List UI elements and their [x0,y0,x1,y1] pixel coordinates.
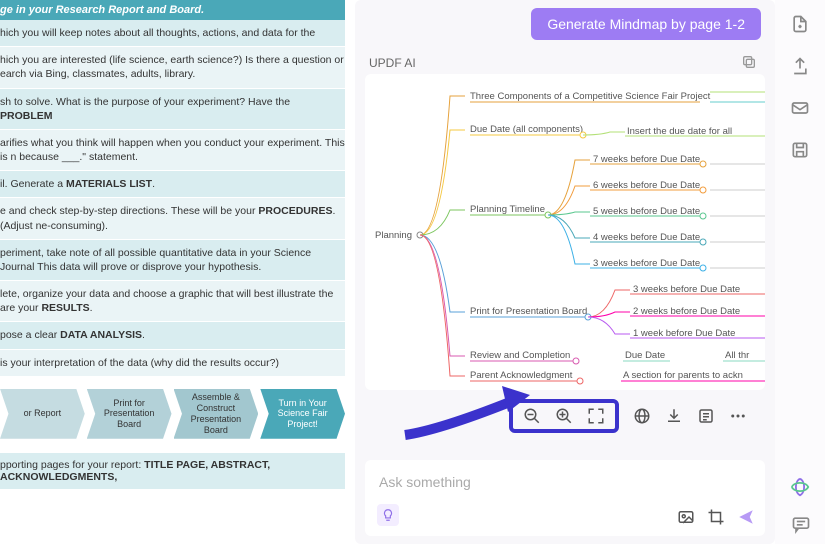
globe-icon[interactable] [633,407,651,425]
flow-step: Turn in Your Science Fair Project! [260,389,345,439]
generate-mindmap-button[interactable]: Generate Mindmap by page 1-2 [531,8,761,40]
svg-text:A section for parents to ackn: A section for parents to ackn [623,370,743,381]
svg-text:7 weeks before Due Date: 7 weeks before Due Date [593,154,700,165]
doc-row: hich you are interested (life science, e… [0,47,345,88]
download-icon[interactable] [665,407,683,425]
svg-text:5 weeks before Due Date: 5 weeks before Due Date [593,206,700,217]
image-icon[interactable] [677,508,695,526]
svg-text:Planning Timeline: Planning Timeline [470,204,545,215]
doc-footer: pporting pages for your report: TITLE PA… [0,453,345,489]
chat-input-box[interactable]: Ask something [365,460,765,536]
svg-text:1 week before Due Date: 1 week before Due Date [633,328,735,339]
svg-text:Three Components of a Competit: Three Components of a Competitive Scienc… [470,91,711,102]
mindmap-canvas[interactable]: Planning Three Components of a Competiti… [365,74,765,390]
more-icon[interactable] [729,407,747,425]
svg-text:6 weeks before Due Date: 6 weeks before Due Date [593,180,700,191]
doc-row: sh to solve. What is the purpose of your… [0,89,345,130]
panel-title: UPDF AI [369,56,416,70]
document-pane: ge in your Research Report and Board. hi… [0,0,345,544]
flow-step: or Report [0,389,85,439]
flow-steps: or Report Print for Presentation Board A… [0,389,345,439]
svg-text:Print for Presentation Board: Print for Presentation Board [470,306,587,317]
doc-row: e and check step-by-step directions. The… [0,198,345,239]
zoom-out-icon[interactable] [523,407,541,425]
doc-row: periment, take note of all possible quan… [0,240,345,281]
chat-actions [677,508,755,526]
svg-text:Due Date: Due Date [625,350,665,361]
zoom-in-icon[interactable] [555,407,573,425]
comment-icon[interactable] [791,514,811,534]
mindmap-toolbar [365,396,765,436]
svg-text:3 weeks before Due Date: 3 weeks before Due Date [633,284,740,295]
doc-row: il. Generate a MATERIALS LIST. [0,171,345,198]
copy-icon[interactable] [741,54,757,70]
app-logo [789,476,811,498]
zoom-group [509,399,619,433]
svg-text:All thr: All thr [725,350,749,361]
share-icon[interactable] [790,56,810,76]
svg-text:Insert the due date for all: Insert the due date for all [627,126,732,137]
file-plus-icon[interactable] [790,14,810,34]
doc-row: is your interpretation of the data (why … [0,350,345,377]
doc-row: hich you will keep notes about all thoug… [0,20,345,47]
save-icon[interactable] [790,140,810,160]
send-icon[interactable] [737,508,755,526]
doc-row: arifies what you think will happen when … [0,130,345,171]
chat-placeholder: Ask something [379,474,471,490]
svg-text:3 weeks before Due Date: 3 weeks before Due Date [593,258,700,269]
flow-step: Print for Presentation Board [87,389,172,439]
idea-icon[interactable] [377,504,399,526]
side-rail [775,0,825,544]
svg-text:Planning: Planning [375,230,412,241]
doc-row: pose a clear DATA ANALYSIS. [0,322,345,349]
list-icon[interactable] [697,407,715,425]
fit-screen-icon[interactable] [587,407,605,425]
doc-row: lete, organize your data and choose a gr… [0,281,345,322]
svg-text:Due Date (all components): Due Date (all components) [470,124,583,135]
mail-icon[interactable] [790,98,810,118]
ai-panel: Generate Mindmap by page 1-2 UPDF AI Pla… [355,0,775,544]
doc-section-header: ge in your Research Report and Board. [0,0,345,20]
svg-text:2 weeks before Due Date: 2 weeks before Due Date [633,306,740,317]
svg-text:4 weeks before Due Date: 4 weeks before Due Date [593,232,700,243]
crop-icon[interactable] [707,508,725,526]
flow-step: Assemble & Construct Presentation Board [174,389,259,439]
svg-text:Review and Completion: Review and Completion [470,350,570,361]
